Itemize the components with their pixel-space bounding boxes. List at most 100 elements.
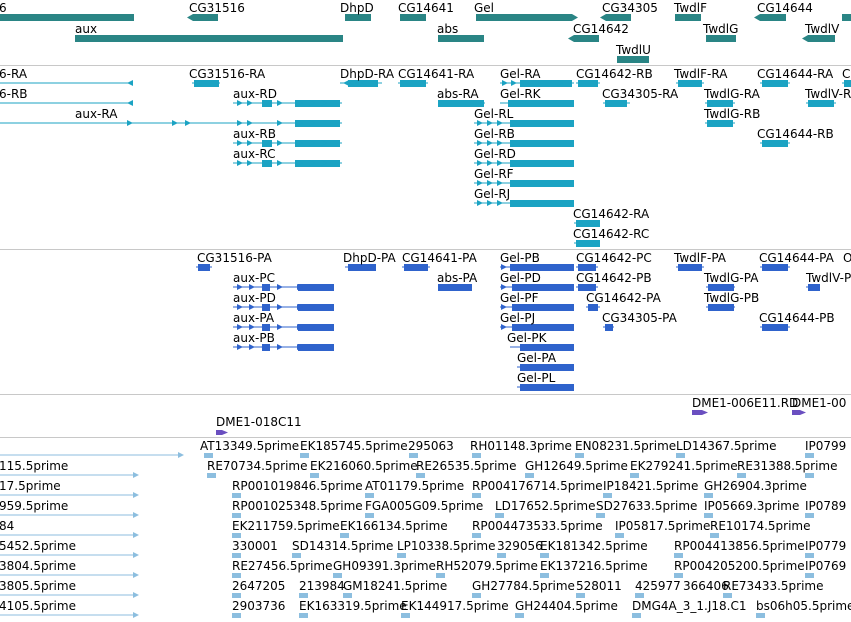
est-feature-13[interactable] (805, 473, 814, 478)
est-label-gm18241-5prime[interactable]: GM18241.5prime (343, 579, 447, 593)
est-label-295063[interactable]: 295063 (408, 439, 454, 453)
est-label-329056[interactable]: 329056 (497, 539, 543, 553)
protein-cg14642-pb-exon-0[interactable] (578, 284, 596, 291)
est-label-re73433-5prime[interactable]: RE73433.5prime (723, 579, 824, 593)
protein-label-aux-pd[interactable]: aux-PD (233, 291, 276, 305)
protein-twdlf-pa-exon-0[interactable] (678, 264, 702, 271)
transcript-label-cg14642-rb[interactable]: CG14642-RB (576, 67, 653, 81)
clone-dme1-00[interactable] (792, 410, 800, 415)
est-feature-30[interactable] (232, 553, 241, 558)
gene-bar-dhpd[interactable] (345, 14, 371, 21)
est-feature-15[interactable] (365, 493, 374, 498)
protein-gel-pb-exon-0[interactable] (510, 264, 574, 271)
est-label-ek166134-5prime[interactable]: EK166134.5prime (340, 519, 448, 533)
clone-label-dme1-018c11[interactable]: DME1-018C11 (216, 415, 302, 429)
transcript-cl-ra-exon-0[interactable] (844, 80, 851, 87)
transcript-label-aux-rb[interactable]: aux-RB (233, 127, 276, 141)
transcript-label-cl[interactable]: Cl (842, 67, 851, 81)
est-feature-33[interactable] (497, 553, 506, 558)
transcript-gel-rl-exon-0[interactable] (510, 120, 574, 127)
protein-label-o[interactable]: O (843, 251, 851, 265)
protein-cg14644-pa-exon-0[interactable] (762, 264, 788, 271)
est-feature-53[interactable] (515, 613, 524, 618)
est-label-rp004205200-5prime[interactable]: RP004205200.5prime (674, 559, 805, 573)
transcript-label-cg34305-ra[interactable]: CG34305-RA (602, 87, 678, 101)
est-label-ek211759-5prime[interactable]: EK211759.5prime (232, 519, 340, 533)
est-label-115-5prime[interactable]: 115.5prime (0, 459, 68, 473)
transcript-aux-rb-exon-0[interactable] (262, 140, 272, 147)
est-label-rp001019846-5prime[interactable]: RP001019846.5prime (232, 479, 363, 493)
transcript-gel-rk-exon-0[interactable] (508, 100, 574, 107)
protein-label-twdlg-pa[interactable]: TwdlG-PA (704, 271, 758, 285)
gene-bar-left[interactable] (0, 14, 134, 21)
est-label-ek185745-5prime[interactable]: EK185745.5prime (300, 439, 408, 453)
protein-aux-pa-exon-0[interactable] (262, 324, 270, 331)
est-feature-44[interactable] (299, 593, 308, 598)
protein-twdlg-pb-exon-0[interactable] (708, 304, 734, 311)
est-label-re10174-5prime[interactable]: RE10174.5prime (710, 519, 811, 533)
est-feature-35[interactable] (674, 553, 683, 558)
est-label-2903736[interactable]: 2903736 (232, 599, 285, 613)
protein-gel-pf-exon-0[interactable] (512, 304, 574, 311)
est-feature-52[interactable] (401, 613, 410, 618)
est-feature-29[interactable] (710, 533, 719, 538)
est-feature-50[interactable] (232, 613, 241, 618)
est-label-213984[interactable]: 213984 (299, 579, 345, 593)
est-label-dmg4a-3-1-j18-c1[interactable]: DMG4A_3_1.J18.C1 (632, 599, 746, 613)
gene-label-cg31516[interactable]: CG31516 (189, 1, 245, 15)
est-feature-32[interactable] (397, 553, 406, 558)
protein-label-gel-pk[interactable]: Gel-PK (507, 331, 546, 345)
protein-label-gel-pa[interactable]: Gel-PA (517, 351, 556, 365)
transcript-cg14644-ra-exon-0[interactable] (762, 80, 788, 87)
est-label-959-5prime[interactable]: 959.5prime (0, 499, 68, 513)
est-label-ld14367-5prime[interactable]: LD14367.5prime (676, 439, 777, 453)
transcript-label-gel-rb[interactable]: Gel-RB (474, 127, 515, 141)
protein-label-twdlv-p[interactable]: TwdlV-P (806, 271, 851, 285)
gene-label-cg14641[interactable]: CG14641 (398, 1, 454, 15)
est-feature-24[interactable] (805, 513, 814, 518)
protein-gel-pa-exon-0[interactable] (520, 364, 574, 371)
est-feature-6[interactable] (805, 453, 814, 458)
est-feature-51[interactable] (299, 613, 308, 618)
est-label-at13349-5prime[interactable]: AT13349.5prime (200, 439, 299, 453)
est-feature-14[interactable] (232, 493, 241, 498)
est-label-bs06h05-5prime[interactable]: bs06h05.5prime (756, 599, 851, 613)
protein-label-gel-pb[interactable]: Gel-PB (500, 251, 540, 265)
protein-label-cg31516-pa[interactable]: CG31516-PA (197, 251, 272, 265)
est-feature-31[interactable] (292, 553, 301, 558)
protein-label-cg14644-pa[interactable]: CG14644-PA (759, 251, 834, 265)
transcript-twdlg-ra-exon-0[interactable] (707, 100, 733, 107)
est-label-gh09391-3prime[interactable]: GH09391.3prime (333, 559, 436, 573)
transcript-cg14642-ra-exon-0[interactable] (576, 220, 600, 227)
est-label-366406[interactable]: 366406 (683, 579, 729, 593)
est-label-rh01148-3prime[interactable]: RH01148.3prime (470, 439, 572, 453)
protein-label-gel-pl[interactable]: Gel-PL (517, 371, 555, 385)
gene-bar-twdlf[interactable] (675, 14, 701, 21)
protein-aux-pa-exon-1[interactable] (298, 324, 334, 331)
est-feature-36[interactable] (805, 553, 814, 558)
est-label-re27456-5prime[interactable]: RE27456.5prime (232, 559, 333, 573)
clone-dme1-018c11[interactable] (216, 430, 222, 435)
gene-bar-twdlv[interactable] (808, 35, 835, 42)
gene-bar-twdlu[interactable] (617, 56, 649, 63)
transcript-cg14642-rb-exon-0[interactable] (578, 80, 598, 87)
est-label-rh52079-5prime[interactable]: RH52079.5prime (436, 559, 538, 573)
est-label-rp004176714-5prime[interactable]: RP004176714.5prime (472, 479, 603, 493)
clone-label-dme1-00[interactable]: DME1-00 (792, 396, 846, 410)
clone-label-dme1-006e11-rd[interactable]: DME1-006E11.RD (692, 396, 798, 410)
est-feature-26[interactable] (340, 533, 349, 538)
protein-label-cg14642-pa[interactable]: CG14642-PA (586, 291, 661, 305)
protein-label-abs-pa[interactable]: abs-PA (437, 271, 477, 285)
protein-cg14642-pc-exon-0[interactable] (578, 264, 596, 271)
gene-bar-twdlg[interactable] (706, 35, 736, 42)
est-label-rp004413856-5prime[interactable]: RP004413856.5prime (674, 539, 805, 553)
protein-aux-pb-exon-0[interactable] (262, 344, 270, 351)
gene-label-cg14642[interactable]: CG14642 (573, 22, 629, 36)
est-label-ip0789[interactable]: IP0789 (805, 499, 846, 513)
protein-gel-pj-exon-0[interactable] (512, 324, 574, 331)
est-label-ip0799[interactable]: IP0799 (805, 439, 846, 453)
gene-bar-gel[interactable] (476, 14, 572, 21)
protein-aux-pc-exon-0[interactable] (262, 284, 270, 291)
transcript-gel-rd-exon-0[interactable] (510, 160, 574, 167)
est-label-re70734-5prime[interactable]: RE70734.5prime (207, 459, 308, 473)
